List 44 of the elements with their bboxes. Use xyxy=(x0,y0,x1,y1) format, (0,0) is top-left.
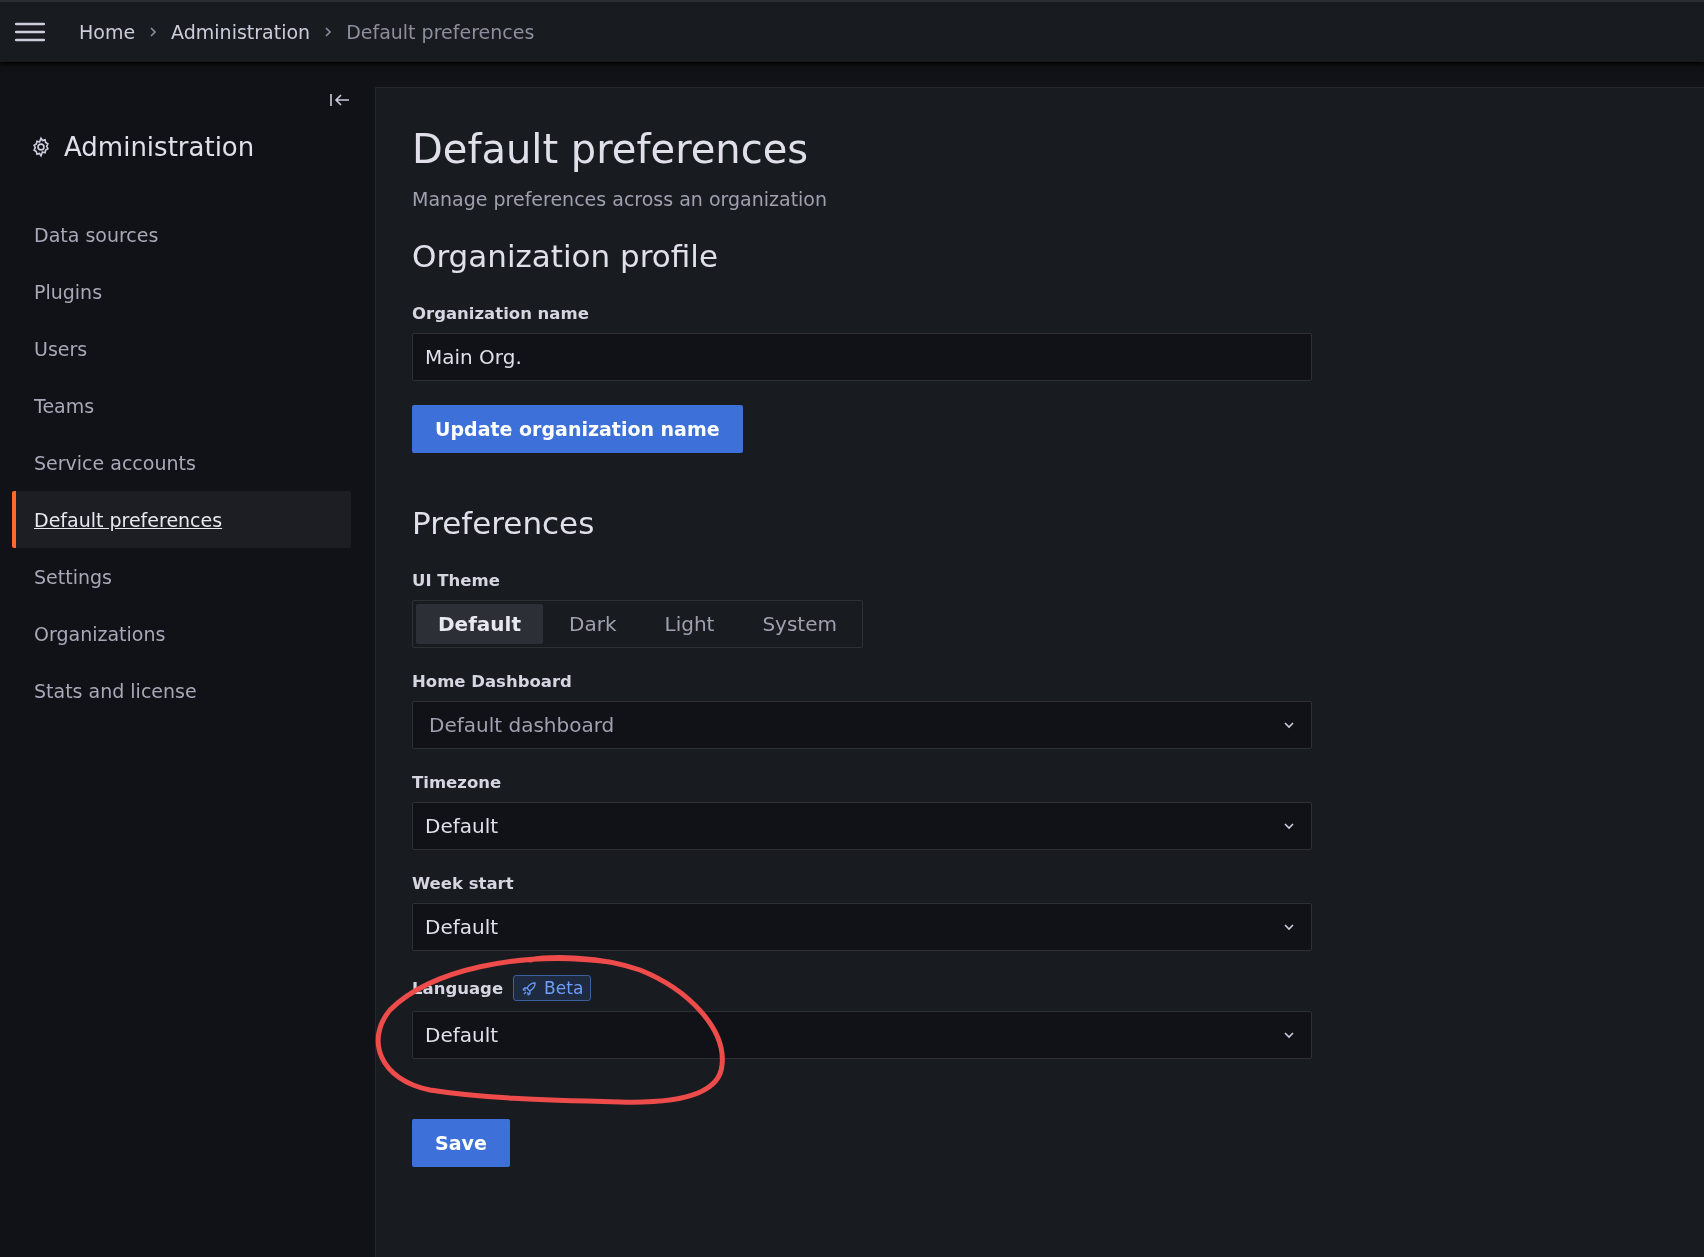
sidebar-item[interactable]: Organizations xyxy=(12,605,351,662)
theme-option[interactable]: Light xyxy=(642,604,737,644)
sidebar-item[interactable]: Settings xyxy=(12,548,351,605)
field-label: Organization name xyxy=(412,304,589,323)
sidebar-item[interactable]: Users xyxy=(12,320,351,377)
page-subtitle: Manage preferences across an organization xyxy=(412,188,828,210)
chevron-down-icon xyxy=(1283,1031,1295,1039)
chevron-icon xyxy=(149,26,158,38)
input-field[interactable]: Main Org. xyxy=(412,333,1312,381)
select-field[interactable]: Default xyxy=(412,1011,1312,1059)
section-heading: Preferences xyxy=(412,505,595,541)
sidebar-item[interactable]: Data sources xyxy=(12,206,351,263)
chevron-down-icon xyxy=(1283,822,1295,830)
chevron-down-icon xyxy=(1283,721,1295,729)
sidebar-item[interactable]: Default preferences xyxy=(12,491,351,548)
chevron-icon xyxy=(324,26,333,38)
sidebar-item[interactable]: Plugins xyxy=(12,263,351,320)
theme-option[interactable]: System xyxy=(740,604,859,644)
theme-option[interactable]: Dark xyxy=(547,604,639,644)
breadcrumb-link[interactable]: Administration xyxy=(171,21,311,43)
breadcrumb-link[interactable]: Home xyxy=(79,21,136,43)
breadcrumb-link[interactable]: Default preferences xyxy=(346,21,535,43)
sidebar-item[interactable]: Service accounts xyxy=(12,434,351,491)
select-field[interactable]: Default dashboard xyxy=(412,701,1312,749)
section-heading: Organization profile xyxy=(412,238,718,274)
sidebar-item[interactable]: Stats and license xyxy=(12,662,351,719)
chevron-down-icon xyxy=(1283,923,1295,931)
menu-icon[interactable] xyxy=(15,22,45,42)
update-button[interactable]: Update organization name xyxy=(412,405,743,453)
field-label: UI Theme xyxy=(412,571,500,590)
sidebar-title: Administration xyxy=(64,132,255,162)
badge-text: Beta xyxy=(544,978,584,998)
collapse-icon[interactable] xyxy=(329,92,351,108)
rocket-icon xyxy=(521,979,539,997)
field-label: Week start xyxy=(412,874,514,893)
select-field[interactable]: Default xyxy=(412,802,1312,850)
page-title: Default preferences xyxy=(412,126,809,172)
save-button[interactable]: Save xyxy=(412,1119,510,1167)
settings-icon xyxy=(30,136,52,158)
field-label: Timezone xyxy=(412,773,502,792)
select-field[interactable]: Default xyxy=(412,903,1312,951)
field-label: Home Dashboard xyxy=(412,672,572,691)
sidebar-item[interactable]: Teams xyxy=(12,377,351,434)
theme-option[interactable]: Default xyxy=(416,604,544,644)
